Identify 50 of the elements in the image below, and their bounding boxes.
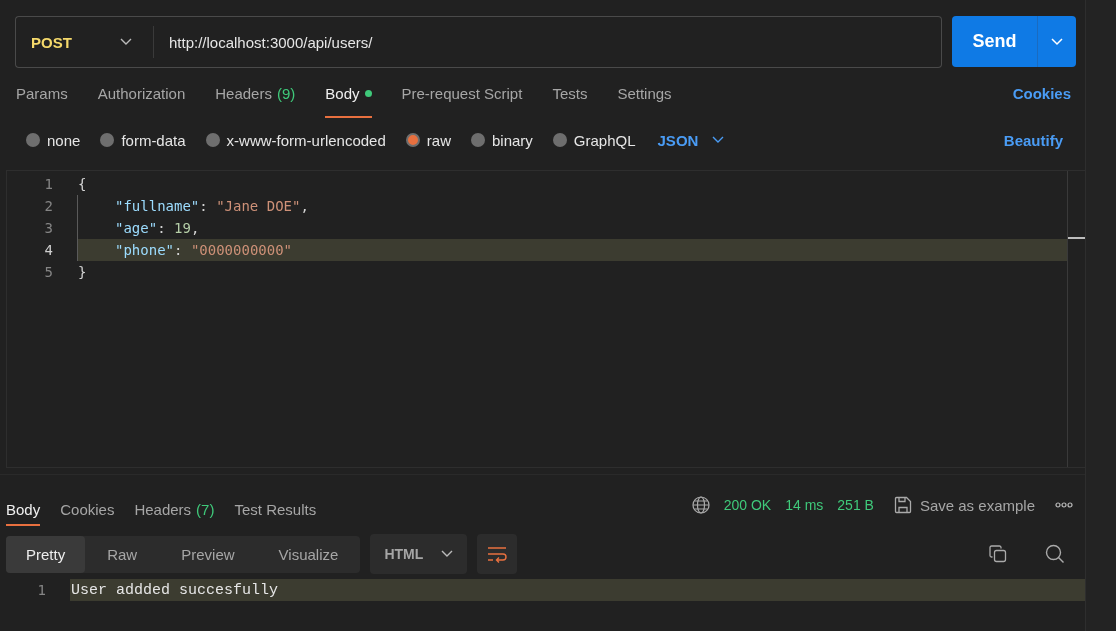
line-number: 2 — [43, 198, 54, 214]
request-tab[interactable]: Body — [325, 68, 372, 118]
send-button[interactable]: Send — [952, 16, 1037, 67]
more-icon[interactable] — [1055, 502, 1073, 508]
body-type-radio[interactable]: x-www-form-urlencoded — [205, 131, 386, 149]
wrap-lines-button[interactable] — [477, 534, 518, 574]
line-number: 1 — [36, 582, 47, 598]
response-tab[interactable]: Test Results — [234, 484, 317, 526]
line-number: 4 — [43, 242, 54, 258]
response-tab[interactable]: Headers (7) — [134, 484, 215, 526]
chevron-down-icon — [712, 136, 725, 144]
line-number: 1 — [43, 176, 54, 192]
code-line: } — [77, 263, 88, 282]
beautify-link[interactable]: Beautify — [1003, 131, 1063, 149]
body-type-radio[interactable]: raw — [405, 131, 451, 149]
chevron-down-icon — [1051, 37, 1063, 46]
format-dropdown[interactable]: JSON — [657, 131, 725, 149]
line-number: 3 — [43, 220, 54, 236]
request-tab[interactable]: Pre-request Script — [401, 68, 523, 118]
code-line: { — [77, 175, 88, 194]
globe-icon[interactable] — [691, 496, 710, 514]
body-type-radio[interactable]: binary — [470, 131, 533, 149]
request-tab[interactable]: Headers (9) — [215, 68, 296, 118]
code-line: "fullname": "Jane DOE", — [77, 195, 1067, 217]
view-mode-tab[interactable]: Preview — [159, 535, 257, 573]
view-mode-tab[interactable]: Visualize — [256, 535, 361, 573]
response-text: User addded succesfully — [70, 579, 1085, 601]
request-tab[interactable]: Tests — [552, 68, 588, 118]
copy-icon[interactable] — [989, 545, 1007, 563]
response-tab[interactable]: Cookies — [60, 484, 115, 526]
view-mode-tab[interactable]: Raw — [85, 535, 160, 573]
view-mode-tab[interactable]: Pretty — [6, 535, 86, 573]
response-format-dropdown[interactable]: HTML — [370, 534, 468, 574]
body-type-radio[interactable]: none — [26, 131, 81, 149]
request-tab[interactable]: Authorization — [97, 68, 186, 118]
wrap-lines-icon — [486, 545, 509, 563]
code-editor[interactable]: 1 { 2 "fullname": "Jane DOE", 3 "age": 19, 4 "phone": "0000000000" 5 } — [6, 170, 1085, 468]
search-icon[interactable] — [1045, 544, 1065, 564]
body-type-radio[interactable]: form-data — [100, 131, 186, 149]
save-example-button[interactable]: Save as example — [893, 496, 1035, 514]
request-tab[interactable]: Params — [16, 68, 68, 118]
response-tab[interactable]: Body — [6, 484, 41, 526]
body-type-radio[interactable]: GraphQL — [552, 131, 636, 149]
response-size: 251 B — [837, 497, 874, 513]
cookies-link[interactable]: Cookies — [1012, 84, 1071, 102]
status-code: 200 OK — [723, 497, 772, 513]
request-tab[interactable]: Settings — [617, 68, 672, 118]
response-time: 14 ms — [785, 497, 824, 513]
line-number: 5 — [43, 264, 54, 280]
chevron-down-icon — [441, 550, 454, 558]
